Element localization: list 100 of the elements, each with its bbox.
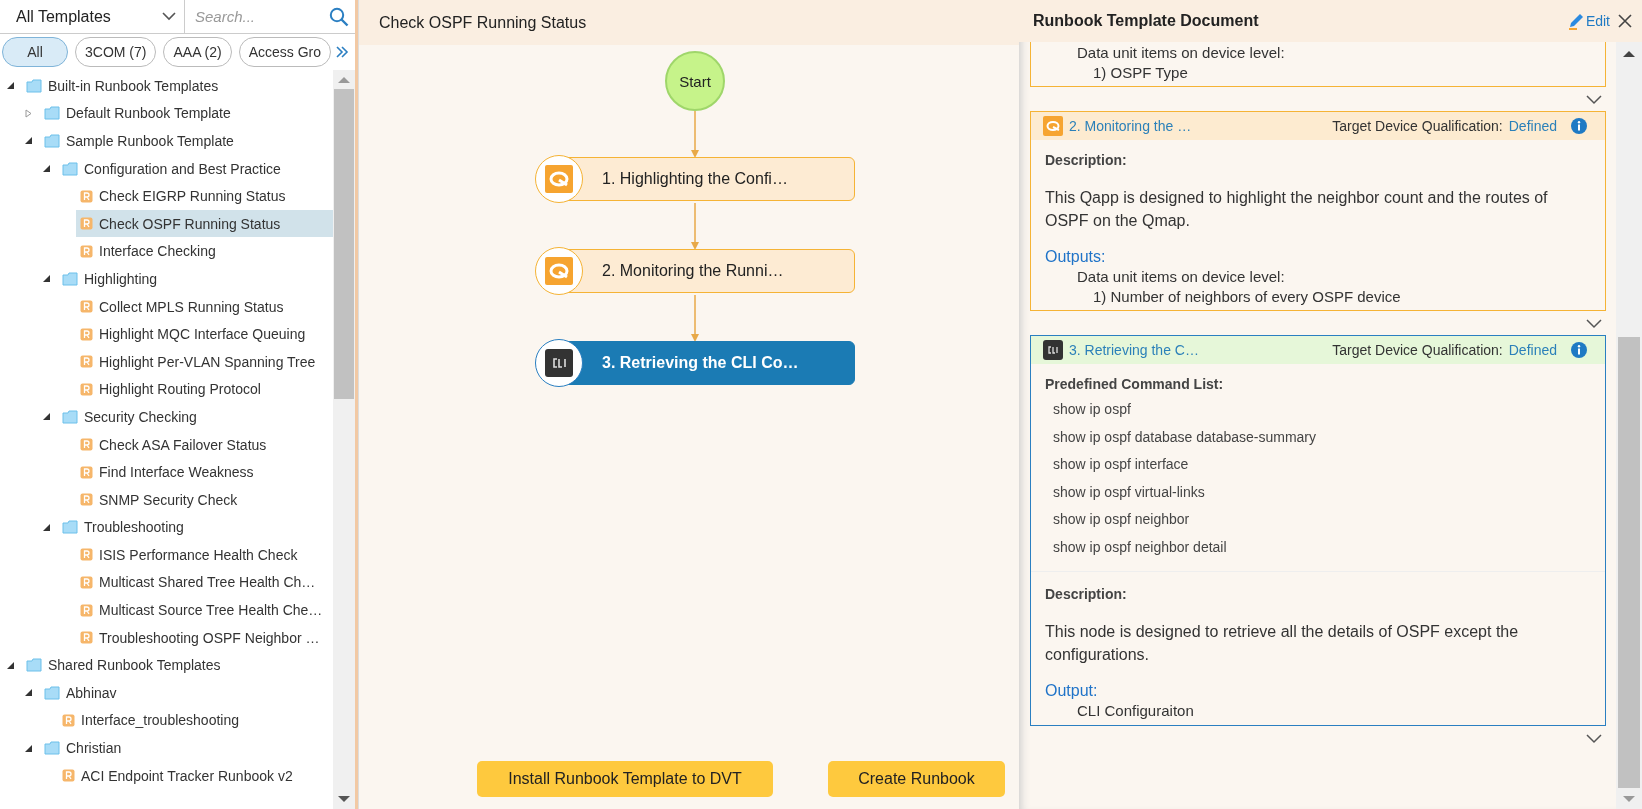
tree-item[interactable]: Highlighting (58, 265, 333, 293)
tree-toggle-icon[interactable] (24, 743, 33, 753)
tree-item[interactable]: ISIS Performance Health Check (76, 541, 333, 569)
tree-toggle-icon[interactable] (42, 412, 51, 422)
tree-item[interactable]: Collect MPLS Running Status (76, 293, 333, 321)
qapp-icon (1043, 116, 1063, 136)
runbook-icon (80, 493, 93, 507)
tree-item[interactable]: Built-in Runbook Templates (22, 72, 333, 100)
tree-item[interactable]: Check ASA Failover Status (76, 431, 333, 458)
folder-icon (44, 106, 60, 121)
connector-arrow (690, 203, 700, 251)
tree-item[interactable]: Security Checking (58, 403, 333, 431)
description-text: This node is designed to retrieve all the details of OSPF except the configurations. (1045, 622, 1520, 665)
tree-toggle-icon[interactable] (6, 81, 15, 91)
section-heading: Description: (1045, 151, 1128, 170)
action-button[interactable]: Create Runbook (828, 761, 1005, 797)
chevron-down-icon[interactable] (1586, 95, 1602, 105)
connector-arrow (690, 111, 700, 159)
tree-item[interactable]: Default Runbook Template (40, 99, 333, 127)
connector-arrow (690, 295, 700, 343)
info-icon[interactable] (1571, 118, 1587, 134)
scrollbar[interactable] (1616, 42, 1642, 809)
folder-icon (44, 134, 60, 148)
command-text: show ip ospf neighbor (1052, 510, 1191, 529)
runbook-icon (80, 355, 93, 369)
qualification-link[interactable]: Defined (1508, 342, 1557, 358)
start-node[interactable]: Start (665, 51, 725, 111)
tree-toggle-icon[interactable] (24, 136, 33, 146)
tree-item[interactable]: Troubleshooting OSPF Neighbor … (76, 624, 333, 652)
command-text: show ip ospf database database-summary (1052, 427, 1318, 447)
scrollbar[interactable] (333, 70, 355, 809)
tree-toggle-icon[interactable] (42, 274, 51, 284)
tree-item[interactable]: Check OSPF Running Status (76, 210, 333, 238)
description-text: This Qapp is designed to highlight the neighbor count and the routes of OSPF on the Qmap. (1045, 188, 1549, 231)
node-title-link[interactable]: 2. Monitoring the … (1069, 118, 1327, 134)
runbook-icon (80, 465, 93, 479)
output-link[interactable]: Output: (1045, 674, 1589, 700)
folder-icon (44, 685, 60, 700)
edit-link[interactable]: Edit (1566, 12, 1610, 30)
tree-item[interactable]: Interface Checking (76, 237, 333, 265)
folder-icon (26, 78, 42, 93)
chevron-down-icon[interactable] (1586, 319, 1602, 329)
tree-item[interactable]: Christian (40, 734, 333, 762)
output-link[interactable]: Outputs: (1045, 240, 1589, 266)
runbook-icon (80, 189, 93, 203)
tree-item[interactable]: Find Interface Weakness (76, 458, 333, 486)
tree-item[interactable]: Troubleshooting (58, 513, 333, 541)
qapp-icon (545, 257, 573, 285)
tree-toggle-icon[interactable] (42, 164, 51, 174)
search-field[interactable]: Search... (193, 7, 329, 26)
tree-item[interactable]: Highlight MQC Interface Queuing (76, 320, 333, 348)
output-text: CLI Configuraiton (1076, 701, 1195, 721)
qualification-label: Target Device Qualification: (1332, 342, 1503, 358)
tree-item[interactable]: Configuration and Best Practice (58, 155, 333, 183)
tree-toggle-icon[interactable] (42, 522, 51, 532)
tree-item[interactable]: SNMP Security Check (76, 486, 333, 514)
section-heading: Description: (1031, 571, 1605, 606)
tree-toggle-icon[interactable] (24, 688, 33, 698)
category-chip[interactable]: All (2, 37, 68, 67)
category-chip[interactable]: Access Gro (238, 37, 332, 67)
output-item: 1) Number of neighbors of every OSPF device (1092, 287, 1402, 306)
output-text: Data unit items on device level: (1076, 43, 1286, 63)
tree-item[interactable]: Multicast Shared Tree Health Ch… (76, 569, 333, 596)
tree-item[interactable]: Highlight Per-VLAN Spanning Tree (76, 348, 333, 376)
scroll-down-icon[interactable] (338, 796, 350, 803)
template-dropdown[interactable]: All Templates (0, 0, 185, 33)
tree-item[interactable]: Shared Runbook Templates (22, 651, 333, 679)
terminal-icon (1043, 340, 1063, 360)
double-chevron-right-icon[interactable] (335, 45, 350, 59)
command-text: show ip ospf neighbor detail (1052, 537, 1228, 557)
action-button[interactable]: Install Runbook Template to DVT (477, 761, 773, 797)
qualification-label: Target Device Qualification: (1332, 118, 1503, 134)
folder-icon (44, 741, 60, 756)
runbook-icon (80, 217, 93, 231)
output-item: 1) OSPF Type (1092, 63, 1189, 82)
info-icon[interactable] (1571, 342, 1587, 358)
runbook-icon (80, 244, 93, 258)
tree-item[interactable]: Sample Runbook Template (40, 127, 333, 155)
category-chip[interactable]: AAA (2) (163, 37, 232, 67)
chevron-down-icon[interactable] (1586, 734, 1602, 744)
tree-item[interactable]: ACI Endpoint Tracker Runbook v2 (58, 762, 333, 790)
tree-item[interactable]: Interface_troubleshooting (58, 706, 333, 734)
category-chip[interactable]: 3COM (7) (75, 37, 157, 67)
runbook-icon (80, 382, 93, 396)
tree-item[interactable]: Abhinav (40, 679, 333, 707)
tree-item[interactable]: Highlight Routing Protocol (76, 375, 333, 403)
tree-item[interactable]: Multicast Source Tree Health Che… (76, 596, 333, 624)
close-icon[interactable] (1618, 14, 1632, 28)
qualification-link[interactable]: Defined (1508, 118, 1557, 134)
tree-toggle-icon[interactable] (24, 108, 33, 118)
tree-toggle-icon[interactable] (6, 660, 15, 670)
runbook-icon (80, 631, 93, 645)
node-title-link[interactable]: 3. Retrieving the C… (1069, 342, 1327, 358)
flow-title: Check OSPF Running Status (379, 13, 587, 32)
chevron-down-icon (162, 12, 176, 21)
command-text: show ip ospf virtual-links (1052, 482, 1206, 502)
search-icon[interactable] (329, 6, 349, 27)
tree-item[interactable]: Check EIGRP Running Status (76, 182, 333, 210)
command-text: show ip ospf interface (1052, 455, 1190, 474)
scroll-up-icon[interactable] (1623, 50, 1635, 57)
